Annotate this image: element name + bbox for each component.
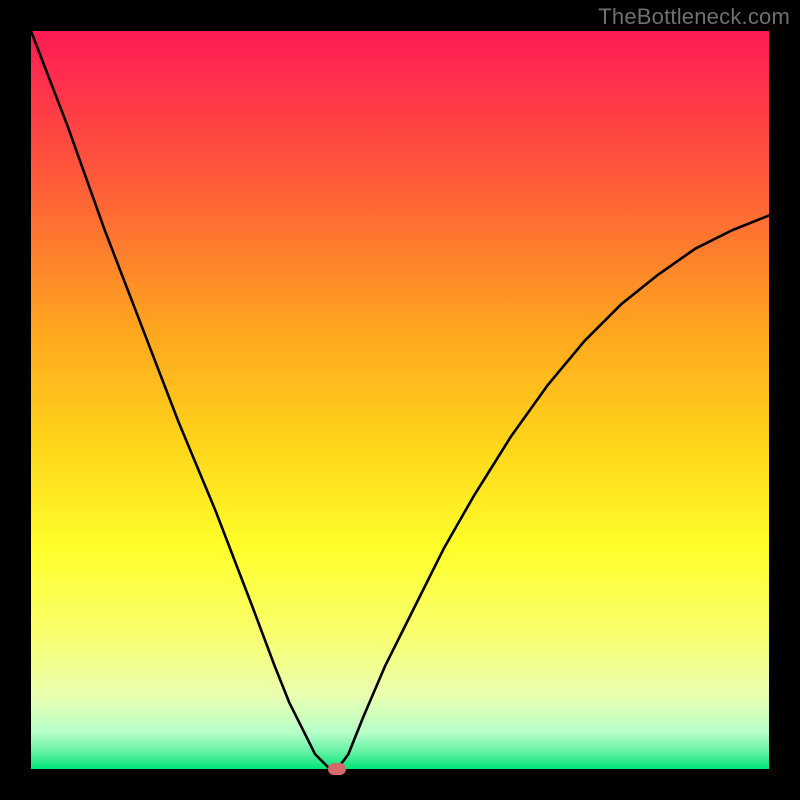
chart-frame: TheBottleneck.com xyxy=(0,0,800,800)
optimum-marker xyxy=(328,763,346,775)
plot-area xyxy=(31,31,769,769)
watermark-text: TheBottleneck.com xyxy=(598,4,790,30)
heat-gradient xyxy=(31,31,769,769)
